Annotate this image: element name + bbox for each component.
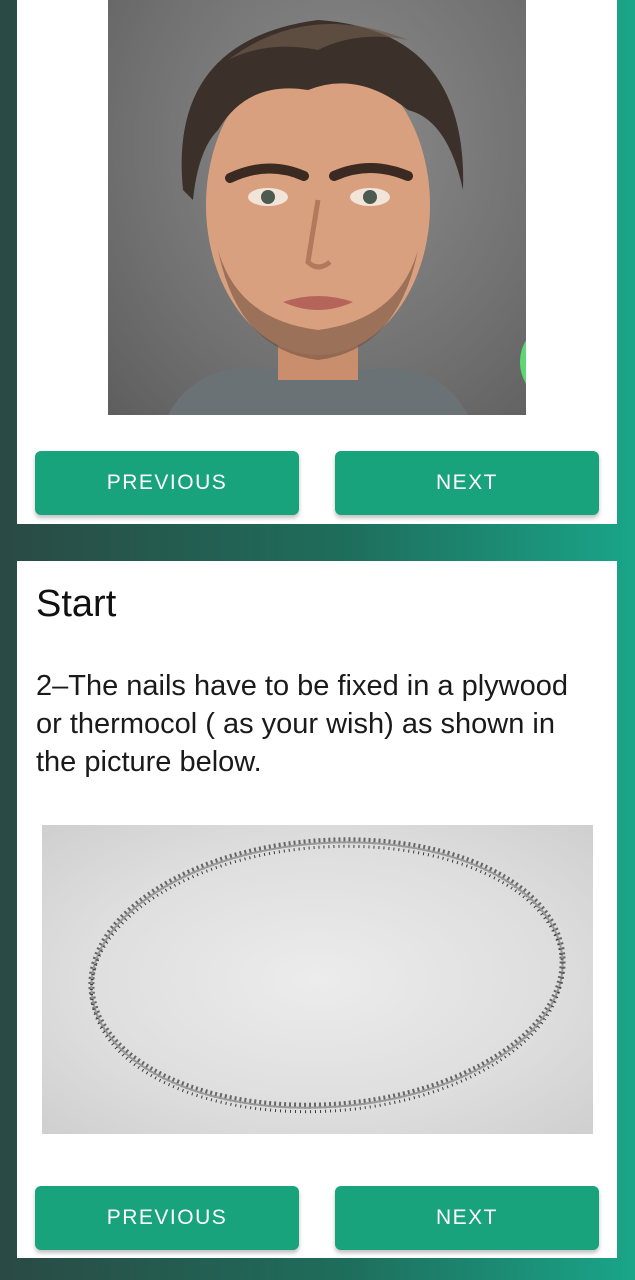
previous-button[interactable]: PREVIOUS [35, 1186, 299, 1250]
portrait-illustration [168, 20, 468, 415]
next-button[interactable]: NEXT [335, 451, 599, 515]
previous-button[interactable]: PREVIOUS [35, 451, 299, 515]
portrait-photo [108, 0, 526, 415]
step-title: Start [36, 583, 117, 625]
step-card-previous: PREVIOUS NEXT [17, 0, 617, 524]
nails-illustration [88, 837, 566, 1114]
nails-circle-photo [42, 825, 593, 1134]
next-button[interactable]: NEXT [335, 1186, 599, 1250]
step-description: 2–The nails have to be fixed in a plywoo… [36, 670, 569, 778]
step-card-start: Start 2–The nails have to be fixed in a … [17, 561, 617, 1258]
